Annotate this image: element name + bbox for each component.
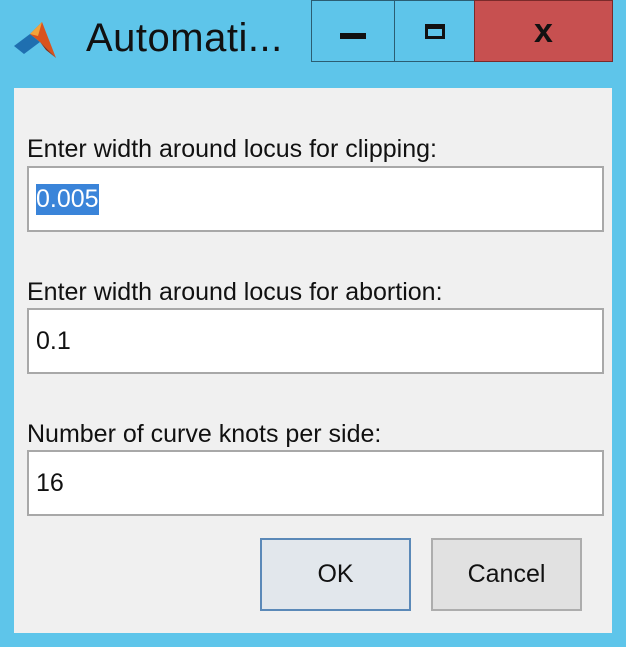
abortion-width-label: Enter width around locus for abortion: (27, 278, 443, 306)
title-bar[interactable]: Automati... x (0, 0, 626, 78)
dialog-window: Automati... x Enter width around locus f… (0, 0, 626, 647)
window-title: Automati... (86, 16, 283, 60)
maximize-icon (424, 23, 445, 39)
clipping-width-label: Enter width around locus for clipping: (27, 135, 437, 163)
minimize-button[interactable] (311, 0, 395, 62)
curve-knots-input[interactable]: 16 (27, 450, 604, 516)
ok-button[interactable]: OK (260, 538, 411, 611)
curve-knots-value: 16 (36, 468, 64, 497)
cancel-button[interactable]: Cancel (431, 538, 582, 611)
dialog-body: Enter width around locus for clipping: 0… (14, 88, 612, 633)
clipping-width-input[interactable]: 0.005 (27, 166, 604, 232)
matlab-logo-icon (14, 22, 56, 58)
close-icon: x (534, 12, 553, 50)
minimize-icon (340, 33, 366, 39)
abortion-width-value: 0.1 (36, 326, 71, 355)
clipping-width-value: 0.005 (36, 183, 99, 215)
maximize-button[interactable] (394, 0, 475, 62)
close-button[interactable]: x (474, 0, 613, 62)
abortion-width-input[interactable]: 0.1 (27, 308, 604, 374)
curve-knots-label: Number of curve knots per side: (27, 420, 382, 448)
